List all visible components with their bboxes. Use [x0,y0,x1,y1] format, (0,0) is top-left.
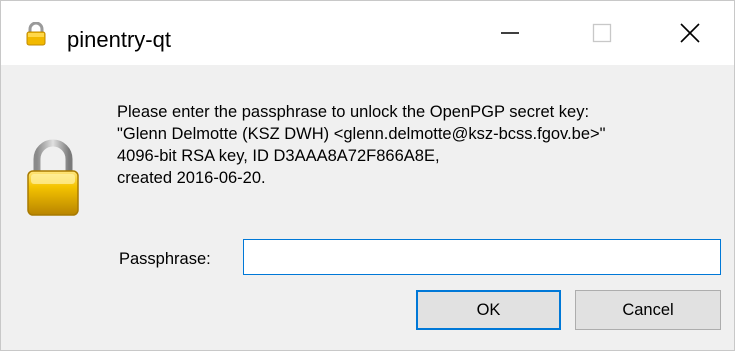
title-bar[interactable]: pinentry-qt [1,1,734,65]
message-line: "Glenn Delmotte (KSZ DWH) <glenn.delmott… [117,125,606,143]
pinentry-dialog-window: pinentry-qt Please enter the passphrase … [0,0,735,351]
minimize-icon [501,32,519,34]
passphrase-label: Passphrase: [119,250,211,268]
padlock-icon [27,139,79,216]
message-line: 4096-bit RSA key, ID D3AAA8A72F866A8E, [117,147,440,165]
ok-button[interactable]: OK [416,290,561,330]
passphrase-input[interactable] [243,239,721,275]
close-icon [680,23,700,43]
minimize-button[interactable] [464,1,556,65]
prompt-message: Please enter the passphrase to unlock th… [117,101,729,189]
maximize-icon [592,23,612,43]
message-line: Please enter the passphrase to unlock th… [117,103,590,121]
lock-icon [26,22,46,46]
window-title: pinentry-qt [67,27,171,52]
close-button[interactable] [644,1,735,65]
cancel-button[interactable]: Cancel [575,290,721,330]
maximize-button[interactable] [556,1,648,65]
message-line: created 2016-06-20. [117,169,266,187]
